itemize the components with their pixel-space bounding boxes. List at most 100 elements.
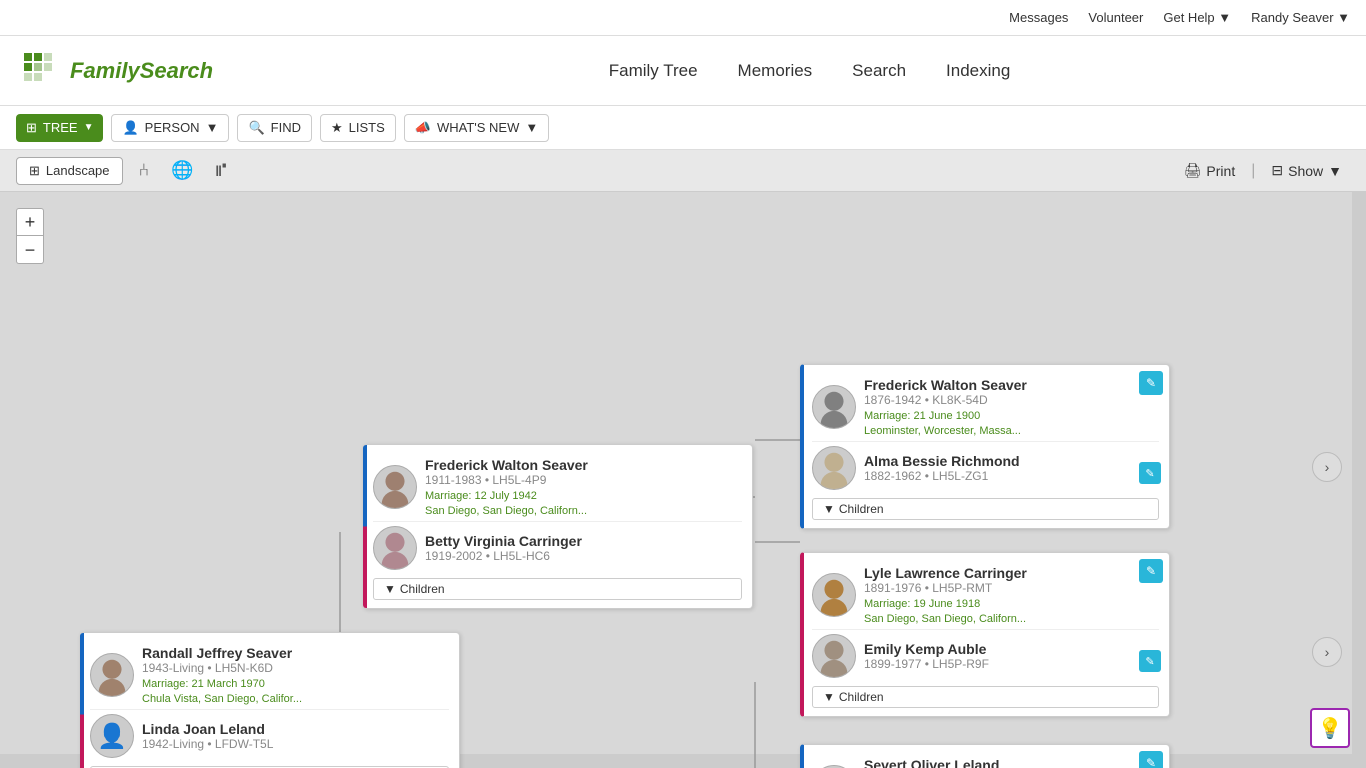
emily-edit-icon[interactable]: ✎ <box>1139 650 1161 672</box>
lyle-card: ✎ Lyle Lawrence Carringer 1891-1976 • LH… <box>800 552 1170 717</box>
toolbar2-divider: | <box>1251 162 1255 180</box>
person-label: PERSON <box>145 120 200 135</box>
children-chevron2: ▼ <box>384 582 396 596</box>
show-icon: ⊟ <box>1271 162 1283 179</box>
person-button[interactable]: 👤 PERSON ▼ <box>111 114 229 142</box>
frederick-son-children-actions: ▼ Children <box>373 578 742 600</box>
show-button[interactable]: ⊟ Show ▼ <box>1263 157 1350 184</box>
severt-info: Severt Oliver Leland 1878-1940 • KCRW-F6… <box>864 757 1159 768</box>
frederick-son-name: Frederick Walton Seaver <box>425 457 742 473</box>
frederick-father-info: Frederick Walton Seaver 1876-1942 • KL8K… <box>864 377 1159 437</box>
tree-label: TREE <box>43 120 78 135</box>
whats-new-button[interactable]: 📣 WHAT'S NEW ▼ <box>404 114 549 142</box>
nav-memories[interactable]: Memories <box>738 61 813 81</box>
lyle-marriage2: San Diego, San Diego, Californ... <box>864 613 1159 625</box>
alma-info: Alma Bessie Richmond 1882-1962 • LH5L-ZG… <box>864 453 1159 483</box>
tree-dropdown-arrow: ▼ <box>84 122 94 133</box>
find-label: FIND <box>271 120 301 135</box>
children-label4: Children <box>839 690 884 704</box>
frederick-son-children-button[interactable]: ▼ Children <box>373 578 742 600</box>
frederick-father-card-wrapper: ✎ Frederick Walton Seaver 1876-1942 • KL… <box>800 364 1170 529</box>
share-button[interactable]: ⑈ <box>210 154 233 187</box>
zoom-in-button[interactable]: + <box>16 208 44 236</box>
alma-edit-icon[interactable]: ✎ <box>1139 462 1161 484</box>
logo-text: FamilySearch <box>70 58 213 84</box>
frederick-father-marriage: Marriage: 21 June 1900 <box>864 410 1159 422</box>
find-button[interactable]: 🔍 FIND <box>237 114 312 142</box>
emily-row: Emily Kemp Auble 1899-1977 • LH5P-R9F ✎ <box>812 629 1159 682</box>
lyle-dates: 1891-1976 • LH5P-RMT <box>864 581 1159 595</box>
lyle-children-actions: ▼ Children <box>812 686 1159 708</box>
tree-button[interactable]: ⊞ TREE ▼ <box>16 114 103 142</box>
toolbar-2: ⊞ Landscape ⑃ 🌐 ⑈ 🖨 Print | ⊟ Show ▼ <box>0 150 1366 192</box>
linda-name: Linda Joan Leland <box>142 721 449 737</box>
lists-button[interactable]: ★ LISTS <box>320 114 396 142</box>
emily-name: Emily Kemp Auble <box>864 641 1159 657</box>
lyle-couple: Lyle Lawrence Carringer 1891-1976 • LH5P… <box>812 561 1159 682</box>
frederick-son-marriage2: San Diego, San Diego, Californ... <box>425 505 742 517</box>
frederick-son-avatar <box>373 465 417 509</box>
severt-card: ✎ 👤 Severt Oliver Leland 1878-1940 • KCR… <box>800 744 1170 768</box>
randall-person-row: Randall Jeffrey Seaver 1943-Living • LH5… <box>90 641 449 709</box>
nav-arrow-right-middle[interactable]: › <box>1312 637 1342 667</box>
lightbulb-button[interactable]: 💡 <box>1310 708 1350 748</box>
nav-arrow-right-top[interactable]: › <box>1312 452 1342 482</box>
emily-dates: 1899-1977 • LH5P-R9F <box>864 657 1159 671</box>
nav-indexing[interactable]: Indexing <box>946 61 1010 81</box>
lyle-info: Lyle Lawrence Carringer 1891-1976 • LH5P… <box>864 565 1159 625</box>
randall-couple: Randall Jeffrey Seaver 1943-Living • LH5… <box>90 641 449 762</box>
frederick-father-marriage2: Leominster, Worcester, Massa... <box>864 425 1159 437</box>
whats-new-icon: 📣 <box>415 120 431 136</box>
messages-link[interactable]: Messages <box>1009 10 1068 25</box>
landscape-button[interactable]: ⊞ Landscape <box>16 157 123 185</box>
right-scrollbar[interactable] <box>1352 192 1366 754</box>
tree-canvas: + − Randall Jeffr <box>0 192 1366 768</box>
frederick-father-children-button[interactable]: ▼ Children <box>812 498 1159 520</box>
linda-avatar: 👤 <box>90 714 134 758</box>
lyle-edit-icon[interactable]: ✎ <box>1139 559 1163 583</box>
person-icon: 👤 <box>122 120 138 136</box>
frederick-father-children-actions: ▼ Children <box>812 498 1159 520</box>
nav-search[interactable]: Search <box>852 61 906 81</box>
frederick-son-card: Frederick Walton Seaver 1911-1983 • LH5L… <box>363 444 753 609</box>
logo[interactable]: FamilySearch <box>20 49 213 93</box>
nav-links: Family Tree Memories Search Indexing <box>273 61 1346 81</box>
randall-name: Randall Jeffrey Seaver <box>142 645 449 661</box>
volunteer-link[interactable]: Volunteer <box>1088 10 1143 25</box>
linda-person-row: 👤 Linda Joan Leland 1942-Living • LFDW-T… <box>90 709 449 762</box>
zoom-out-button[interactable]: − <box>16 236 44 264</box>
toolbar2-right: 🖨 Print | ⊟ Show ▼ <box>1176 157 1350 184</box>
lists-label: LISTS <box>349 120 385 135</box>
frederick-father-name: Frederick Walton Seaver <box>864 377 1159 393</box>
landscape-icon: ⊞ <box>29 163 40 179</box>
children-chevron4: ▼ <box>823 690 835 704</box>
world-view-button[interactable]: 🌐 <box>165 154 199 187</box>
lists-icon: ★ <box>331 120 343 136</box>
children-label3: Children <box>839 502 884 516</box>
family-tree-view-button[interactable]: ⑃ <box>133 154 156 187</box>
randall-marriage2: Chula Vista, San Diego, Califor... <box>142 693 449 705</box>
frederick-father-couple: Frederick Walton Seaver 1876-1942 • KL8K… <box>812 373 1159 494</box>
get-help-link[interactable]: Get Help ▼ <box>1163 10 1231 25</box>
frederick-son-card-wrapper: Frederick Walton Seaver 1911-1983 • LH5L… <box>363 444 753 609</box>
lyle-children-button[interactable]: ▼ Children <box>812 686 1159 708</box>
frederick-son-marriage: Marriage: 12 July 1942 <box>425 490 742 502</box>
randall-dates: 1943-Living • LH5N-K6D <box>142 661 449 675</box>
linda-dates: 1942-Living • LFDW-T5L <box>142 737 449 751</box>
alma-dates: 1882-1962 • LH5L-ZG1 <box>864 469 1159 483</box>
print-label: Print <box>1206 163 1235 179</box>
frederick-father-edit-icon[interactable]: ✎ <box>1139 371 1163 395</box>
print-button[interactable]: 🖨 Print <box>1176 157 1244 184</box>
show-arrow: ▼ <box>1328 163 1342 179</box>
lyle-card-wrapper: ✎ Lyle Lawrence Carringer 1891-1976 • LH… <box>800 552 1170 717</box>
betty-info: Betty Virginia Carringer 1919-2002 • LH5… <box>425 533 742 563</box>
user-menu[interactable]: Randy Seaver ▼ <box>1251 10 1350 25</box>
emily-avatar <box>812 634 856 678</box>
nav-family-tree[interactable]: Family Tree <box>609 61 698 81</box>
whats-new-arrow: ▼ <box>525 120 538 135</box>
severt-edit-icon[interactable]: ✎ <box>1139 751 1163 768</box>
zoom-controls: + − <box>16 208 44 264</box>
betty-row: Betty Virginia Carringer 1919-2002 • LH5… <box>373 521 742 574</box>
frederick-son-dates: 1911-1983 • LH5L-4P9 <box>425 473 742 487</box>
severt-couple: 👤 Severt Oliver Leland 1878-1940 • KCRW-… <box>812 753 1159 768</box>
